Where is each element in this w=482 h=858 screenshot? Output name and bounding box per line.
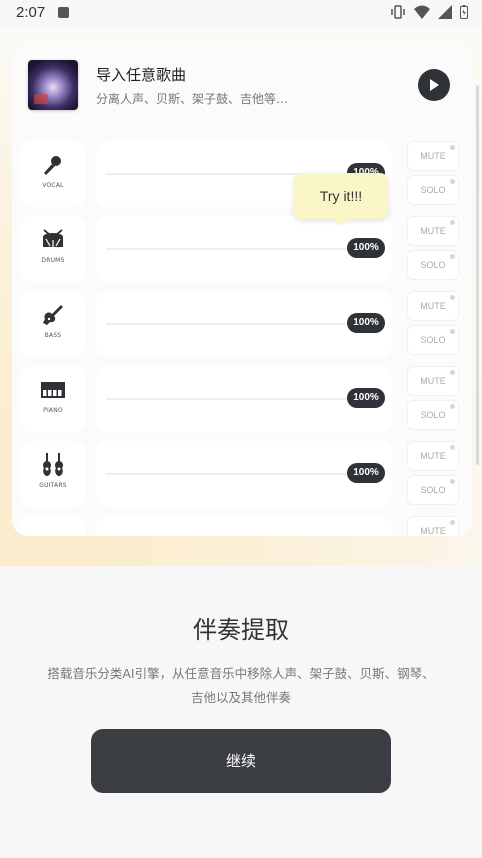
track-drums: DRUMS 100% MUTE SOLO bbox=[20, 216, 472, 282]
track-vocal: VOCAL 100% MUTE SOLO bbox=[20, 141, 472, 207]
song-subtitle: 分离人声、贝斯、架子鼓、吉他等… bbox=[96, 92, 289, 106]
volume-slider[interactable] bbox=[96, 516, 392, 536]
solo-label: SOLO bbox=[420, 485, 446, 495]
volume-handle[interactable]: 100% bbox=[347, 388, 385, 408]
vibrate-icon bbox=[391, 5, 405, 19]
slider-track bbox=[106, 323, 376, 325]
song-title: 导入任意歌曲 bbox=[96, 66, 187, 84]
track-piano: PIANO 100% MUTE SOLO bbox=[20, 366, 472, 432]
song-row[interactable]: 导入任意歌曲 分离人声、贝斯、架子鼓、吉他等… bbox=[12, 44, 472, 130]
mute-label: MUTE bbox=[420, 451, 446, 461]
guitars-icon bbox=[43, 453, 63, 476]
mute-indicator bbox=[450, 445, 455, 450]
signal-icon bbox=[438, 5, 452, 19]
solo-indicator bbox=[450, 479, 455, 484]
scrollbar[interactable] bbox=[476, 85, 479, 465]
mute-button[interactable]: MUTE bbox=[407, 216, 459, 246]
volume-slider[interactable]: 100% bbox=[96, 366, 392, 432]
volume-handle[interactable]: 100% bbox=[347, 463, 385, 483]
solo-indicator bbox=[450, 329, 455, 334]
instrument-vocal[interactable]: VOCAL bbox=[20, 141, 86, 207]
mute-label: MUTE bbox=[420, 151, 446, 161]
solo-button[interactable]: SOLO bbox=[407, 475, 459, 505]
app-notification-icon bbox=[58, 7, 69, 18]
volume-handle[interactable]: 100% bbox=[347, 313, 385, 333]
mute-button[interactable]: MUTE bbox=[407, 441, 459, 471]
instrument-label: PIANO bbox=[43, 407, 63, 414]
instrument-piano[interactable]: PIANO bbox=[20, 366, 86, 432]
instrument-label: GUITARS bbox=[39, 482, 67, 489]
mute-button[interactable]: MUTE bbox=[407, 366, 459, 396]
mute-button[interactable]: MUTE bbox=[407, 516, 459, 536]
solo-indicator bbox=[450, 404, 455, 409]
solo-button[interactable]: SOLO bbox=[407, 400, 459, 430]
volume-handle[interactable]: 100% bbox=[347, 238, 385, 258]
album-art bbox=[28, 60, 78, 110]
battery-icon bbox=[460, 5, 468, 19]
mute-indicator bbox=[450, 370, 455, 375]
status-time: 2:07 bbox=[16, 4, 46, 21]
mute-button[interactable]: MUTE bbox=[407, 141, 459, 171]
track-bass: BASS 100% MUTE SOLO bbox=[20, 291, 472, 357]
mute-indicator bbox=[450, 520, 455, 525]
track-guitars: GUITARS 100% MUTE SOLO bbox=[20, 441, 472, 507]
solo-label: SOLO bbox=[420, 260, 446, 270]
solo-label: SOLO bbox=[420, 185, 446, 195]
volume-slider[interactable]: 100% bbox=[96, 441, 392, 507]
slider-track bbox=[106, 248, 376, 250]
slider-track bbox=[106, 473, 376, 475]
solo-indicator bbox=[450, 179, 455, 184]
status-icons bbox=[390, 5, 468, 19]
solo-label: SOLO bbox=[420, 410, 446, 420]
other-icon bbox=[41, 528, 65, 536]
feature-title: 伴奏提取 bbox=[193, 616, 289, 644]
mute-indicator bbox=[450, 295, 455, 300]
instrument-bass[interactable]: BASS bbox=[20, 291, 86, 357]
volume-slider[interactable]: 100% bbox=[96, 291, 392, 357]
instrument-other[interactable] bbox=[20, 516, 86, 536]
mute-label: MUTE bbox=[420, 301, 446, 311]
microphone-icon bbox=[44, 156, 61, 175]
mute-indicator bbox=[450, 220, 455, 225]
solo-indicator bbox=[450, 254, 455, 259]
wifi-icon bbox=[414, 5, 430, 19]
continue-button[interactable]: 继续 bbox=[91, 729, 391, 793]
instrument-drums[interactable]: DRUMS bbox=[20, 216, 86, 282]
mute-label: MUTE bbox=[420, 376, 446, 386]
feature-description: 搭载音乐分类AI引擎，从任意音乐中移除人声、架子鼓、贝斯、钢琴、吉他以及其他伴奏 bbox=[47, 666, 435, 705]
bass-guitar-icon bbox=[43, 305, 63, 325]
instrument-label: DRUMS bbox=[41, 257, 65, 264]
solo-button[interactable]: SOLO bbox=[407, 250, 459, 280]
instrument-guitars[interactable]: GUITARS bbox=[20, 441, 86, 507]
solo-label: SOLO bbox=[420, 335, 446, 345]
mute-label: MUTE bbox=[420, 226, 446, 236]
demo-card: 导入任意歌曲 分离人声、贝斯、架子鼓、吉他等… VOCAL 100% MUTE … bbox=[12, 44, 472, 536]
play-button[interactable] bbox=[418, 69, 450, 101]
drum-icon bbox=[43, 229, 63, 247]
solo-button[interactable]: SOLO bbox=[407, 175, 459, 205]
piano-icon bbox=[41, 382, 65, 398]
mute-button[interactable]: MUTE bbox=[407, 291, 459, 321]
instrument-label: BASS bbox=[44, 332, 62, 339]
mute-label: MUTE bbox=[420, 526, 446, 536]
status-bar: 2:07 bbox=[0, 0, 482, 26]
try-it-tooltip: Try it!!! bbox=[294, 173, 388, 226]
instrument-label: VOCAL bbox=[42, 182, 64, 189]
track-other: MUTE bbox=[20, 516, 472, 536]
solo-button[interactable]: SOLO bbox=[407, 325, 459, 355]
slider-track bbox=[106, 398, 376, 400]
play-icon bbox=[430, 79, 439, 91]
mute-indicator bbox=[450, 145, 455, 150]
